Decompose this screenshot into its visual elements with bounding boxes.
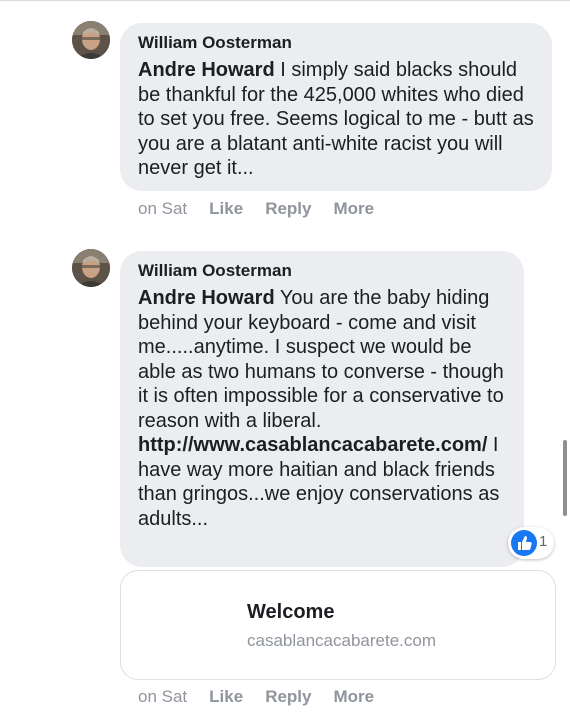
more-button[interactable]: More [333,687,374,707]
avatar-photo-icon [72,21,110,59]
mention-link[interactable]: Andre Howard [138,59,275,81]
more-button[interactable]: More [333,199,374,219]
link-preview-domain: casablancacabarete.com [247,631,437,650]
comment-bubble: William Oosterman Andre Howard You are t… [120,251,524,567]
comment-text: Andre Howard I simply said blacks should… [138,58,534,181]
comment-actions: on Sat Like Reply More [138,687,374,707]
url-link[interactable]: http://www.casablancacabarete.com/ [138,434,487,456]
like-button[interactable]: Like [209,199,243,219]
avatar[interactable] [72,249,110,287]
reaction-badge[interactable]: 1 [508,527,554,559]
like-button[interactable]: Like [209,687,243,707]
avatar[interactable] [72,21,110,59]
comment-author[interactable]: William Oosterman [138,260,506,282]
thumbs-up-icon [511,530,537,556]
comment-timestamp[interactable]: on Sat [138,199,187,219]
top-divider [0,0,570,1]
reply-button[interactable]: Reply [265,199,311,219]
comment-actions: on Sat Like Reply More [138,199,374,219]
comment-bubble: William Oosterman Andre Howard I simply … [120,23,552,191]
link-preview-title: Welcome [247,601,335,623]
mention-link[interactable]: Andre Howard [138,287,275,309]
comment-timestamp[interactable]: on Sat [138,687,187,707]
comment-text: Andre Howard You are the baby hiding beh… [138,286,506,531]
reply-button[interactable]: Reply [265,687,311,707]
link-preview-card[interactable]: Welcome casablancacabarete.com [120,570,556,680]
comment-author[interactable]: William Oosterman [138,32,534,54]
scrollbar[interactable] [563,440,567,516]
avatar-photo-icon [72,249,110,287]
reaction-count: 1 [539,533,548,550]
